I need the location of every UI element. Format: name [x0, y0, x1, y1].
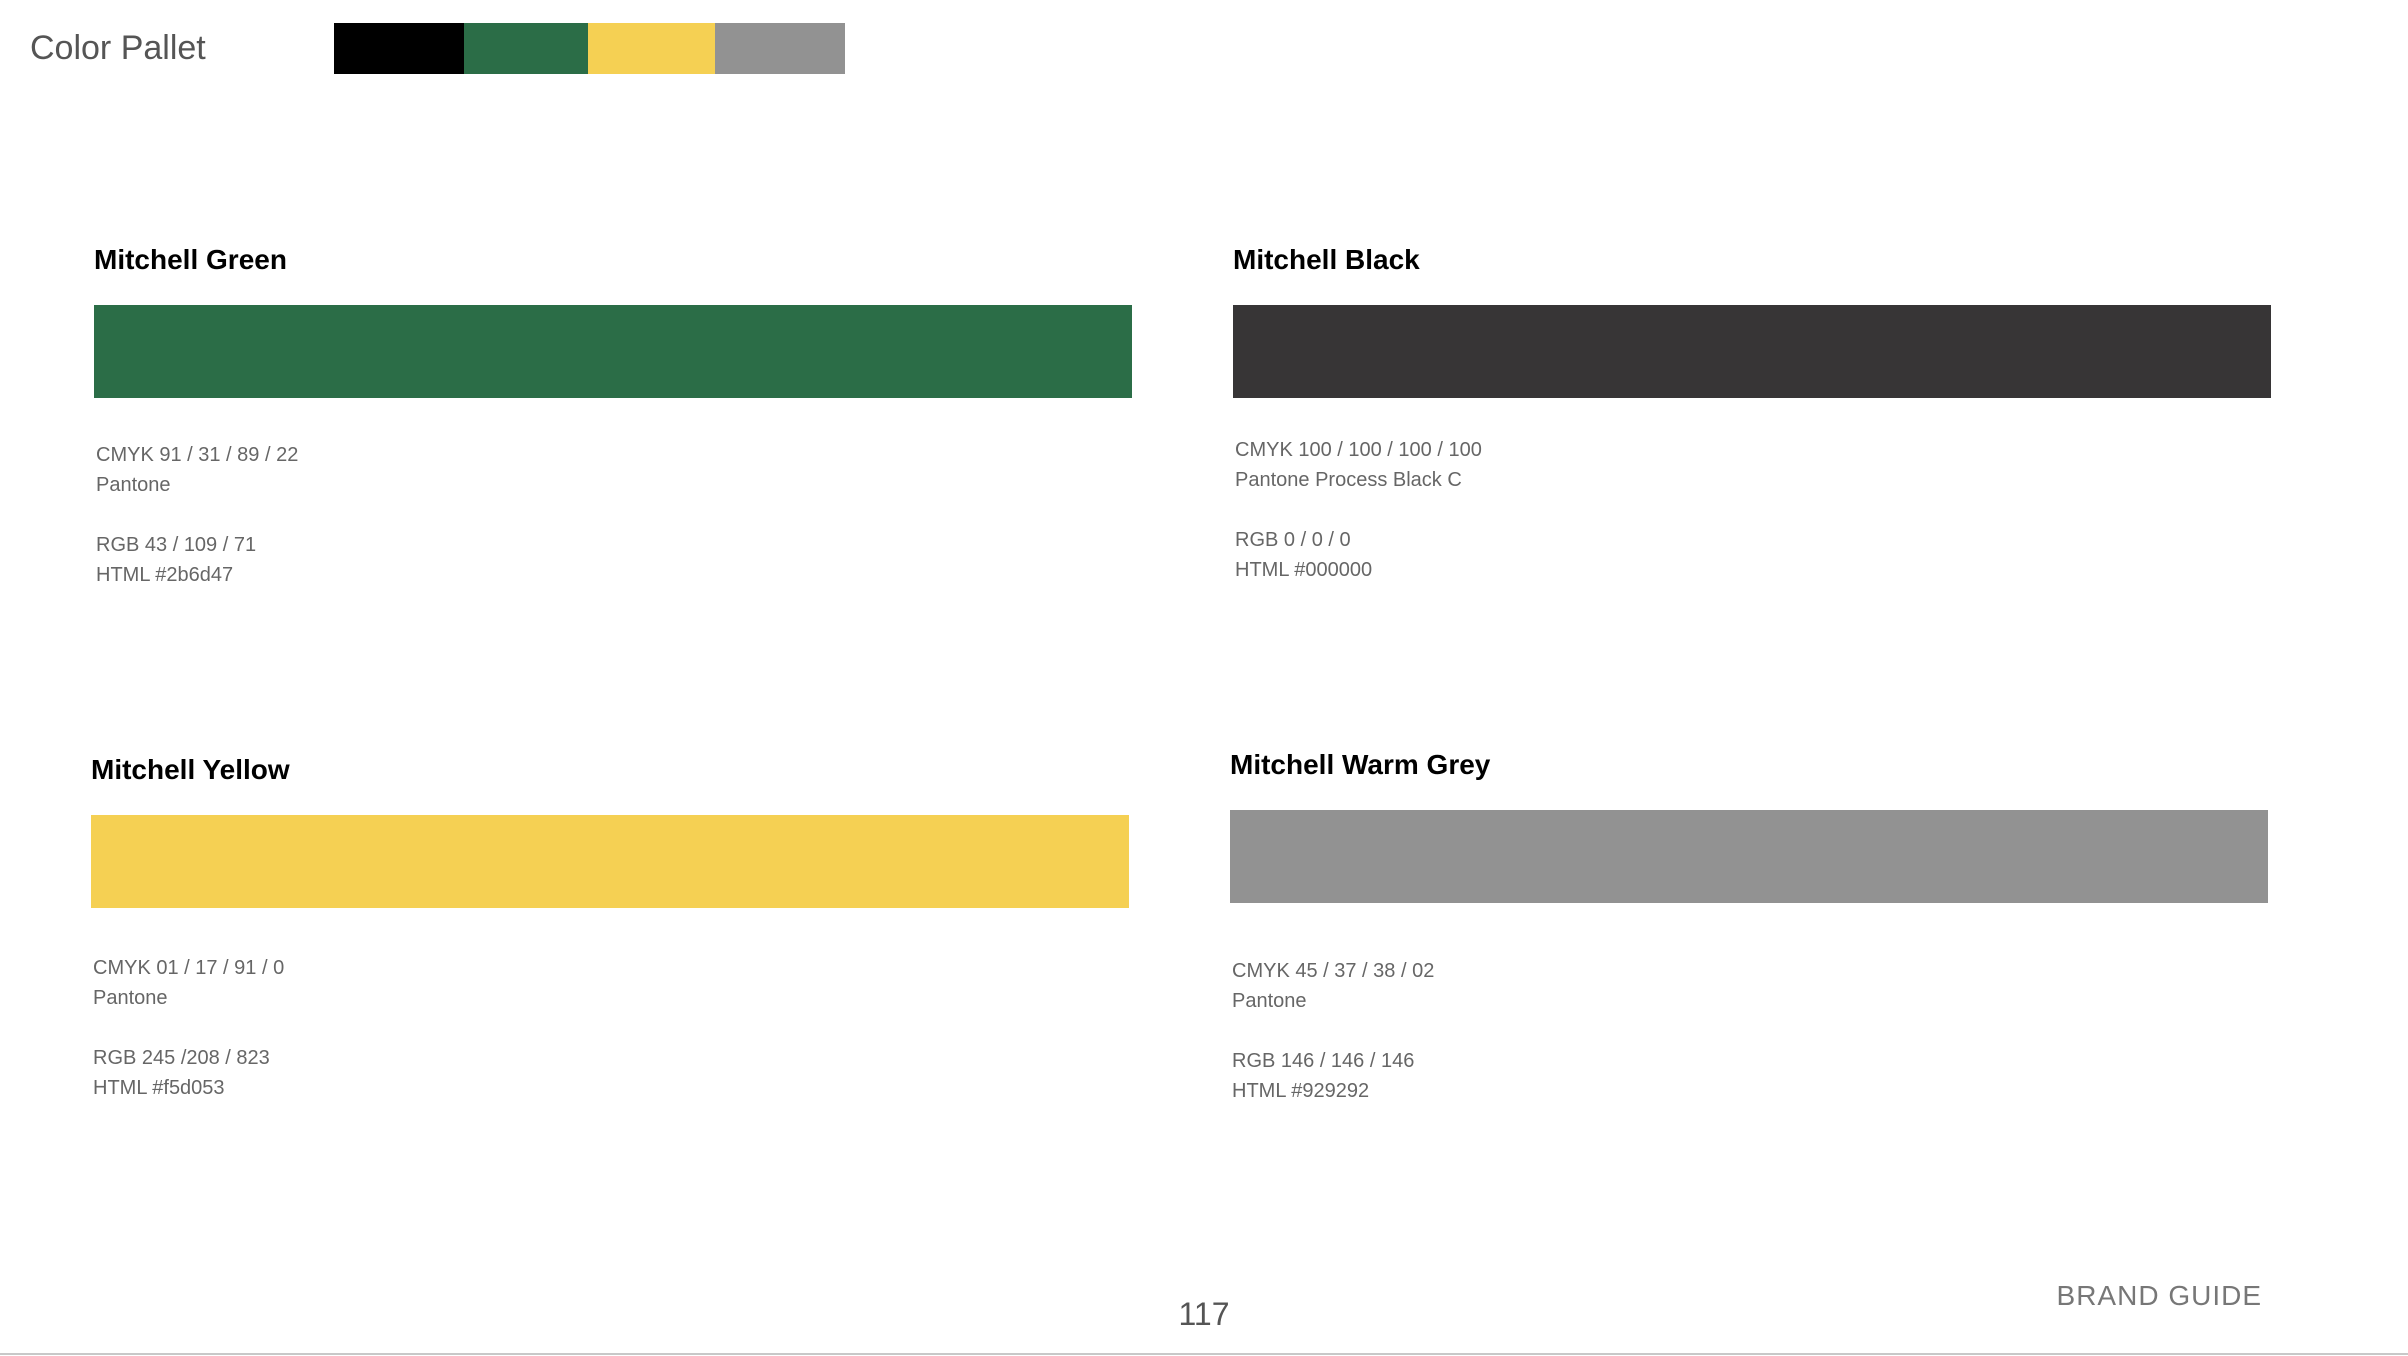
- bottom-rule: [0, 1353, 2408, 1355]
- swatch-specs: CMYK 91 / 31 / 89 / 22 Pantone RGB 43 / …: [96, 440, 1134, 590]
- brand-guide-label: BRAND GUIDE: [2056, 1280, 2262, 1311]
- spec-pantone: Pantone: [1232, 990, 1307, 1012]
- swatch-block-yellow: Mitchell Yellow CMYK 01 / 17 / 91 / 0 Pa…: [91, 750, 1131, 1103]
- spec-cmyk: CMYK 91 / 31 / 89 / 22: [96, 444, 299, 466]
- palette-chip-green: [464, 23, 588, 74]
- spec-pantone: Pantone: [93, 987, 168, 1009]
- page-title: Color Pallet: [30, 29, 206, 67]
- page-number: 117: [1178, 1296, 1230, 1332]
- spec-cmyk: CMYK 45 / 37 / 38 / 02: [1232, 960, 1435, 982]
- swatch-name: Mitchell Green: [94, 244, 287, 275]
- spec-rgb: RGB 245 /208 / 823: [93, 1047, 270, 1069]
- spec-rgb: RGB 146 / 146 / 146: [1232, 1050, 1415, 1072]
- palette-chip-grey: [715, 23, 845, 74]
- spec-rgb: RGB 43 / 109 / 71: [96, 534, 257, 556]
- palette-chip-black: [334, 23, 464, 74]
- spec-rgb: RGB 0 / 0 / 0: [1235, 529, 1351, 551]
- swatch-block-green: Mitchell Green CMYK 91 / 31 / 89 / 22 Pa…: [94, 240, 1134, 590]
- spec-html: HTML #929292: [1232, 1080, 1370, 1102]
- swatch-specs: CMYK 01 / 17 / 91 / 0 Pantone RGB 245 /2…: [93, 953, 1131, 1103]
- swatch-specs: CMYK 100 / 100 / 100 / 100 Pantone Proce…: [1235, 435, 2273, 585]
- palette-chip-yellow: [588, 23, 715, 74]
- palette-strip: [334, 23, 845, 74]
- swatch-block-warm-grey: Mitchell Warm Grey CMYK 45 / 37 / 38 / 0…: [1230, 745, 2270, 1106]
- swatch-bar: [91, 815, 1129, 908]
- swatch-specs: CMYK 45 / 37 / 38 / 02 Pantone RGB 146 /…: [1232, 956, 2270, 1106]
- swatch-name: Mitchell Black: [1233, 244, 1420, 275]
- spec-html: HTML #000000: [1235, 559, 1373, 581]
- spec-html: HTML #2b6d47: [96, 564, 234, 586]
- swatch-bar: [1233, 305, 2271, 398]
- swatch-block-black: Mitchell Black CMYK 100 / 100 / 100 / 10…: [1233, 240, 2273, 585]
- spec-pantone: Pantone Process Black C: [1235, 469, 1462, 491]
- swatch-name: Mitchell Warm Grey: [1230, 749, 1491, 780]
- swatch-bar: [94, 305, 1132, 398]
- spec-pantone: Pantone: [96, 474, 171, 496]
- swatch-name: Mitchell Yellow: [91, 754, 290, 785]
- spec-cmyk: CMYK 100 / 100 / 100 / 100: [1235, 439, 1482, 461]
- swatch-bar: [1230, 810, 2268, 903]
- spec-html: HTML #f5d053: [93, 1077, 225, 1099]
- spec-cmyk: CMYK 01 / 17 / 91 / 0: [93, 957, 285, 979]
